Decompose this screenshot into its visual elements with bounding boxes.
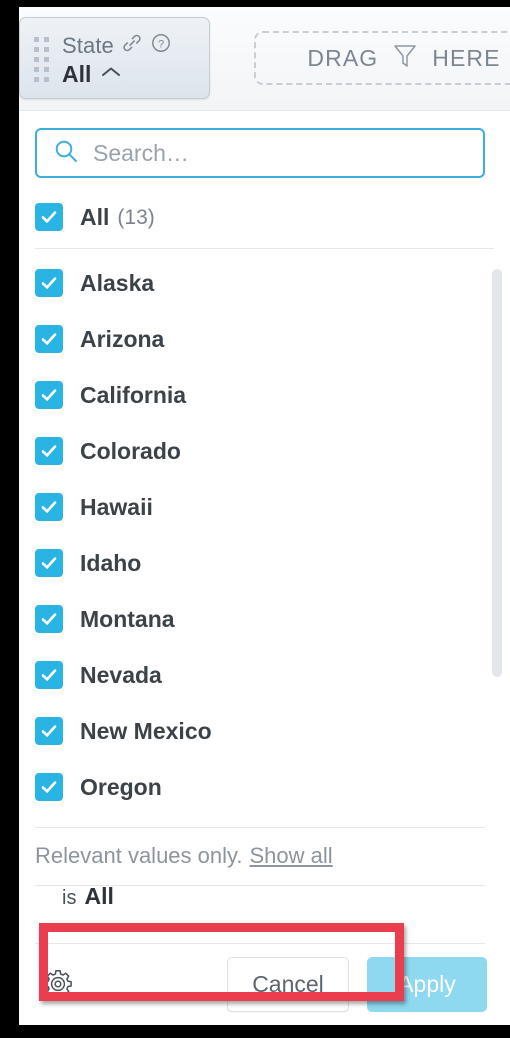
checkbox-checked-icon[interactable]	[35, 325, 63, 353]
list-item[interactable]: Oregon	[19, 759, 510, 815]
list-item-label: California	[80, 381, 187, 408]
cancel-button[interactable]: Cancel	[227, 957, 349, 1012]
drag-handle-dots-icon[interactable]	[34, 37, 50, 82]
checkbox-checked-icon[interactable]	[35, 661, 63, 689]
filter-card-state[interactable]: State ? All	[19, 17, 210, 99]
checkbox-checked-icon[interactable]	[35, 203, 63, 231]
values-list[interactable]: All (13) Alaska Arizona California Colorado…	[19, 191, 510, 891]
shelf-underline	[19, 102, 510, 111]
filter-title: State	[62, 32, 114, 58]
svg-text:?: ?	[158, 38, 164, 50]
list-item-label: New Mexico	[80, 717, 212, 744]
list-item-label: Hawaii	[80, 493, 153, 520]
checkbox-checked-icon[interactable]	[35, 493, 63, 521]
list-item-label: All	[80, 203, 110, 230]
list-scrollbar-track[interactable]	[492, 191, 502, 891]
list-item[interactable]: Alaska	[19, 255, 510, 311]
state-rows: Alaska Arizona California Colorado Hawaii Ida…	[19, 255, 510, 815]
list-scrollbar-thumb[interactable]	[492, 269, 502, 677]
apply-button[interactable]: Apply	[367, 957, 487, 1012]
list-item-all[interactable]: All (13)	[19, 191, 510, 243]
list-item-label: Arizona	[80, 325, 165, 352]
list-item-label: Idaho	[80, 549, 142, 576]
link-icon[interactable]	[121, 32, 143, 59]
checkbox-checked-icon[interactable]	[35, 773, 63, 801]
list-item-label: Montana	[80, 605, 175, 632]
list-item[interactable]: California	[19, 367, 510, 423]
condition-value: All	[84, 883, 114, 909]
filter-shelf: State ? All DRAG HERE	[19, 7, 510, 102]
checkbox-checked-icon[interactable]	[35, 717, 63, 745]
list-item-label: Alaska	[80, 269, 155, 296]
relevant-values-label: Relevant values only.	[35, 843, 243, 868]
relevant-values-row: Relevant values only. Show all	[35, 827, 485, 885]
list-item-label: Nevada	[80, 661, 162, 688]
drop-zone-label-before: DRAG	[307, 44, 379, 71]
gear-icon[interactable]	[37, 963, 79, 1005]
list-item-label: Oregon	[80, 773, 162, 800]
checkbox-checked-icon[interactable]	[35, 381, 63, 409]
list-item[interactable]: Colorado	[19, 423, 510, 479]
checkbox-checked-icon[interactable]	[35, 437, 63, 465]
funnel-filter-icon	[392, 41, 418, 76]
condition-prefix: is	[62, 887, 77, 909]
filter-dropdown-panel: All (13) Alaska Arizona California Colorado…	[19, 111, 510, 1025]
filter-value: All	[62, 61, 92, 87]
list-item[interactable]: Hawaii	[19, 479, 510, 535]
checkbox-checked-icon[interactable]	[35, 605, 63, 633]
checkbox-checked-icon[interactable]	[35, 269, 63, 297]
list-item[interactable]: Idaho	[19, 535, 510, 591]
list-item[interactable]: New Mexico	[19, 703, 510, 759]
list-item-label: Colorado	[80, 437, 181, 464]
condition-summary-row: is All	[35, 885, 485, 943]
chevron-up-icon[interactable]	[100, 65, 122, 84]
show-all-link[interactable]: Show all	[250, 845, 333, 867]
search-input[interactable]	[93, 139, 473, 167]
list-item-count: (13)	[117, 205, 155, 229]
filter-card-value-row[interactable]: All	[62, 63, 122, 86]
question-mark-icon[interactable]: ?	[150, 32, 172, 59]
list-item[interactable]: Montana	[19, 591, 510, 647]
checkbox-checked-icon[interactable]	[35, 549, 63, 577]
search-box[interactable]	[35, 128, 485, 178]
app-surface: State ? All DRAG HERE Search… All (13) A…	[19, 7, 510, 1025]
list-item[interactable]: Arizona	[19, 311, 510, 367]
filter-card-header: State ?	[62, 32, 172, 59]
search-icon	[53, 138, 79, 169]
filter-drop-zone[interactable]: DRAG HERE	[254, 31, 510, 85]
footer-button-bar: Cancel Apply	[19, 944, 510, 1025]
drop-zone-label-after: HERE	[432, 44, 501, 71]
list-item[interactable]: Nevada	[19, 647, 510, 703]
screenshot-frame: State ? All DRAG HERE Search… All (13) A…	[0, 0, 510, 1038]
all-divider	[35, 248, 494, 249]
